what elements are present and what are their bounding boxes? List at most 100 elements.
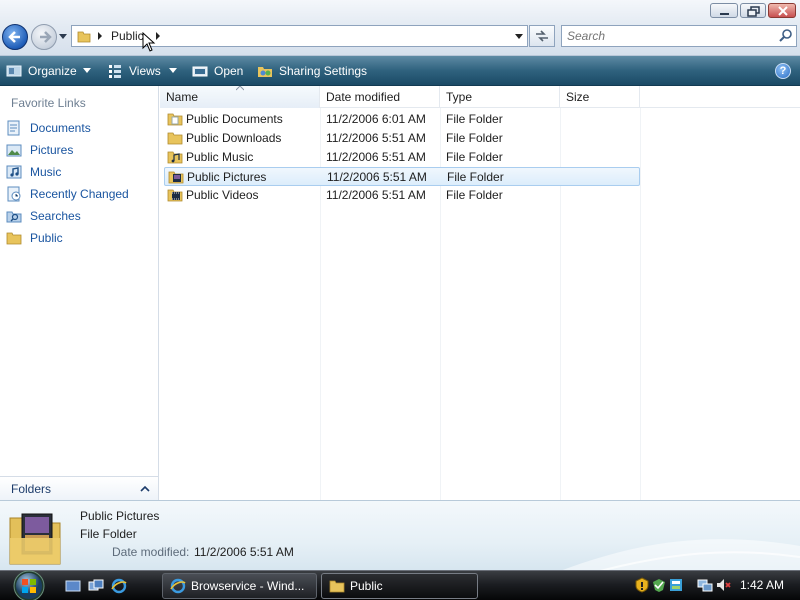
sidebar-item-label: Recently Changed <box>30 187 129 201</box>
list-item-public-documents[interactable]: Public Documents 11/2/2006 6:01 AM File … <box>164 110 640 129</box>
navigation-pane: Favorite Links Documents Pictures Music … <box>0 86 159 500</box>
address-dropdown-icon[interactable] <box>515 34 523 40</box>
taskbar-button-browservice[interactable]: Browservice - Wind... <box>162 573 317 599</box>
sidebar-item-recently-changed[interactable]: Recently Changed <box>6 184 129 204</box>
sharing-label: Sharing Settings <box>279 64 368 78</box>
volume-muted-icon[interactable] <box>715 577 731 593</box>
folders-label: Folders <box>11 482 52 496</box>
item-type: File Folder <box>447 170 504 184</box>
decorative-swoosh <box>562 539 800 570</box>
column-header-label: Name <box>166 90 199 104</box>
folders-toggle[interactable]: Folders <box>0 476 158 500</box>
item-date: 11/2/2006 6:01 AM <box>326 112 426 126</box>
column-header-type[interactable]: Type <box>440 86 560 108</box>
search-box[interactable] <box>561 25 797 47</box>
breadcrumb-public[interactable]: Public <box>111 29 144 43</box>
windows-defender-icon[interactable] <box>651 577 667 593</box>
column-header-label: Type <box>446 90 473 104</box>
network-icon[interactable] <box>697 577 713 593</box>
folder-icon <box>167 132 183 145</box>
organize-button[interactable]: Organize <box>6 56 91 86</box>
refresh-icon <box>536 30 548 42</box>
views-dropdown-icon[interactable] <box>169 68 177 74</box>
column-header-label: Size <box>566 90 590 104</box>
details-item-type: File Folder <box>80 527 137 541</box>
internet-explorer-icon[interactable] <box>111 578 127 594</box>
item-date: 11/2/2006 5:51 AM <box>326 188 426 202</box>
details-date-value: 11/2/2006 5:51 AM <box>194 545 294 559</box>
item-name: Public Pictures <box>187 170 267 184</box>
recently-changed-icon <box>7 186 21 202</box>
clock[interactable]: 1:42 AM <box>740 578 784 592</box>
list-item-public-videos[interactable]: Public Videos 11/2/2006 5:51 AM File Fol… <box>164 186 640 205</box>
sharing-settings-button[interactable]: Sharing Settings <box>257 56 367 86</box>
forward-button[interactable] <box>31 24 57 50</box>
start-button-windows-logo-icon[interactable] <box>9 567 49 600</box>
details-date-label: Date modified: <box>112 545 190 559</box>
views-label: Views <box>129 64 161 78</box>
item-date: 11/2/2006 5:51 AM <box>327 170 427 184</box>
address-bar[interactable]: Public <box>71 25 528 47</box>
music-folder-icon <box>167 151 183 164</box>
back-button[interactable] <box>2 24 28 50</box>
item-type: File Folder <box>446 131 503 145</box>
folder-icon <box>329 580 345 593</box>
forward-arrow-icon <box>40 31 52 43</box>
details-item-name: Public Pictures <box>80 509 160 523</box>
sidebar-item-public[interactable]: Public <box>6 228 63 248</box>
task-label: Browservice - Wind... <box>191 579 305 593</box>
windows-sidebar-icon[interactable] <box>668 577 684 593</box>
sidebar-item-searches[interactable]: Searches <box>6 206 81 226</box>
restore-button[interactable] <box>740 3 766 18</box>
show-desktop-icon[interactable] <box>65 578 81 594</box>
item-type: File Folder <box>446 150 503 164</box>
search-input[interactable] <box>567 29 767 43</box>
column-header-date-modified[interactable]: Date modified <box>320 86 440 108</box>
close-button[interactable] <box>768 3 796 18</box>
views-icon <box>109 65 121 78</box>
chevron-down-icon <box>82 68 91 73</box>
recent-pages-dropdown-icon[interactable] <box>59 33 67 41</box>
column-headers: Name Date modified Type Size <box>160 86 800 108</box>
item-name: Public Downloads <box>186 131 282 145</box>
sidebar-item-documents[interactable]: Documents <box>6 118 91 138</box>
switch-windows-icon[interactable] <box>88 578 104 594</box>
list-item-public-pictures[interactable]: Public Pictures 11/2/2006 5:51 AM File F… <box>164 167 640 186</box>
documents-icon <box>7 120 20 136</box>
breadcrumb-chevron-icon[interactable] <box>97 32 103 40</box>
task-label: Public <box>350 579 383 593</box>
mouse-cursor-icon <box>142 32 156 52</box>
views-button[interactable]: Views <box>107 56 161 86</box>
item-name: Public Music <box>186 150 254 164</box>
sidebar-item-label: Music <box>30 165 62 179</box>
pictures-folder-icon <box>168 171 184 184</box>
refresh-button[interactable] <box>529 25 555 47</box>
details-pane: Public Pictures File Folder Date modifie… <box>0 500 800 570</box>
sidebar-item-label: Pictures <box>30 143 74 157</box>
folder-icon <box>167 113 183 126</box>
list-item-public-music[interactable]: Public Music 11/2/2006 5:51 AM File Fold… <box>164 148 640 167</box>
chevron-up-icon <box>140 485 150 492</box>
item-date: 11/2/2006 5:51 AM <box>326 150 426 164</box>
column-header-name[interactable]: Name <box>160 86 320 108</box>
taskbar-button-public[interactable]: Public <box>321 573 478 599</box>
item-type: File Folder <box>446 188 503 202</box>
column-header-size[interactable]: Size <box>560 86 640 108</box>
search-icon[interactable] <box>779 29 793 43</box>
sidebar-item-label: Documents <box>30 121 91 135</box>
restore-icon <box>747 6 760 17</box>
close-icon <box>778 6 788 16</box>
list-item-public-downloads[interactable]: Public Downloads 11/2/2006 5:51 AM File … <box>164 129 640 148</box>
help-button[interactable]: ? <box>775 63 791 79</box>
sort-ascending-icon <box>236 86 244 91</box>
open-icon <box>192 66 208 77</box>
minimize-button[interactable] <box>710 3 738 18</box>
sidebar-item-music[interactable]: Music <box>6 162 61 182</box>
taskbar: Browservice - Wind... Public 1:42 AM <box>0 570 800 600</box>
security-shield-icon[interactable] <box>634 577 650 593</box>
file-list: Name Date modified Type Size Public Docu… <box>160 86 800 500</box>
organize-icon <box>6 65 22 77</box>
open-button[interactable]: Open <box>192 56 243 86</box>
sidebar-item-pictures[interactable]: Pictures <box>6 140 73 160</box>
command-bar: Organize Views Open Sharing Settings <box>0 56 800 86</box>
